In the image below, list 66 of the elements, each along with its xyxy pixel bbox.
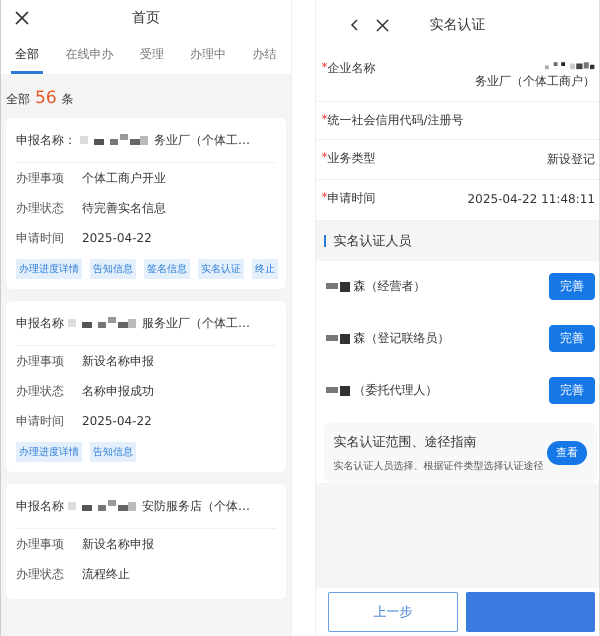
field-label: 统一社会信用代码/注册号 [328, 112, 464, 130]
field-value: 新设名称申报 [82, 352, 154, 370]
tab[interactable]: 受理 [136, 36, 168, 74]
field-value: 个体工商户开业 [82, 170, 166, 186]
tab[interactable]: 在线申办 [61, 36, 118, 74]
count-label: 全部 [6, 91, 30, 108]
tab[interactable]: 办理中 [186, 36, 230, 74]
page-title: 实名认证 [429, 16, 486, 34]
field-label: 申请时间 [16, 412, 65, 430]
field-value: 2025-04-22 [82, 414, 152, 428]
name-label: 申报名称 [16, 498, 64, 514]
application-card[interactable]: 申报名称 服务业厂（个体工… 办理事项 新设名称申报 办理状态 名称申报成功 申请时间 2025-04-22 办理进度详情 告知信息 [6, 301, 286, 472]
view-button[interactable]: 查看 [547, 440, 587, 465]
application-name: 安防服务店（个体… [142, 498, 250, 514]
application-card[interactable]: 申报名称 安防服务店（个体… 办理事项 新设名称申报 办理状态 流程终止 [6, 484, 286, 599]
field-value: 务业厂（个体工商户） [475, 73, 595, 90]
application-name: 务业厂（个体工… [154, 132, 250, 148]
field-label: 办理事项 [16, 352, 65, 370]
required-mark: * [322, 150, 328, 166]
field-label: 办理状态 [16, 382, 65, 400]
field-label: 办理状态 [16, 200, 65, 216]
action-tag[interactable]: 办理进度详情 [16, 442, 82, 462]
tab[interactable]: 办结 [248, 36, 280, 74]
action-tag[interactable]: 实名认证 [198, 259, 244, 279]
field-label: 办理事项 [16, 170, 65, 186]
action-tag[interactable]: 告知信息 [90, 442, 136, 462]
application-card[interactable]: 申报名称： 务业厂（个体工… 办理事项 个体工商户开业 办理状态 待完善实名信息 申请时间 2025-04-22 办理进度详情 告知信息 签名信息 实名认证 终止 [6, 118, 286, 289]
complete-button[interactable]: 完善 [549, 273, 595, 300]
field-label: 办理事项 [16, 536, 65, 552]
field-value: 2025-04-22 11:48:11 [468, 191, 595, 208]
field-value: 名称申报成功 [82, 382, 154, 400]
name-label: 申报名称： [16, 132, 76, 148]
complete-button[interactable]: 完善 [549, 325, 595, 352]
count-number: 56 [35, 88, 57, 108]
guide-description: 实名认证人员选择、根据证件类型选择认证途径 [334, 460, 544, 473]
count-unit: 条 [62, 91, 74, 108]
previous-button[interactable]: 上一步 [328, 592, 458, 632]
required-mark: * [322, 60, 328, 76]
required-mark: * [322, 190, 328, 206]
field-label: 业务类型 [328, 150, 376, 168]
action-tag[interactable]: 签名信息 [144, 259, 190, 279]
field-label: 企业名称 [328, 60, 376, 77]
action-tag[interactable]: 终止 [252, 259, 278, 279]
field-value: 待完善实名信息 [82, 200, 166, 216]
field-value: 2025-04-22 [82, 231, 152, 245]
field-label: 办理状态 [16, 566, 65, 582]
back-icon[interactable] [350, 19, 358, 31]
person-name: 森（经营者） [354, 278, 426, 296]
close-icon[interactable] [376, 18, 388, 32]
field-value: 流程终止 [82, 566, 130, 582]
required-mark: * [322, 112, 328, 128]
action-tag[interactable]: 告知信息 [90, 259, 136, 279]
section-title: 实名认证人员 [334, 232, 412, 250]
field-label: 申请时间 [16, 230, 65, 246]
application-name: 服务业厂（个体工… [142, 314, 250, 332]
action-tag[interactable]: 办理进度详情 [16, 259, 82, 279]
guide-title: 实名认证范围、途径指南 [334, 434, 478, 451]
complete-button[interactable]: 完善 [549, 377, 595, 404]
page-title: 首页 [132, 9, 160, 27]
person-name: 森（登记联络员） [354, 330, 450, 348]
person-name: （委托代理人） [354, 382, 438, 400]
close-icon[interactable] [15, 11, 29, 25]
field-value: 新设名称申报 [82, 536, 154, 552]
field-label: 申请时间 [328, 190, 376, 208]
name-label: 申报名称 [16, 314, 64, 332]
field-value: 新设登记 [547, 151, 595, 168]
